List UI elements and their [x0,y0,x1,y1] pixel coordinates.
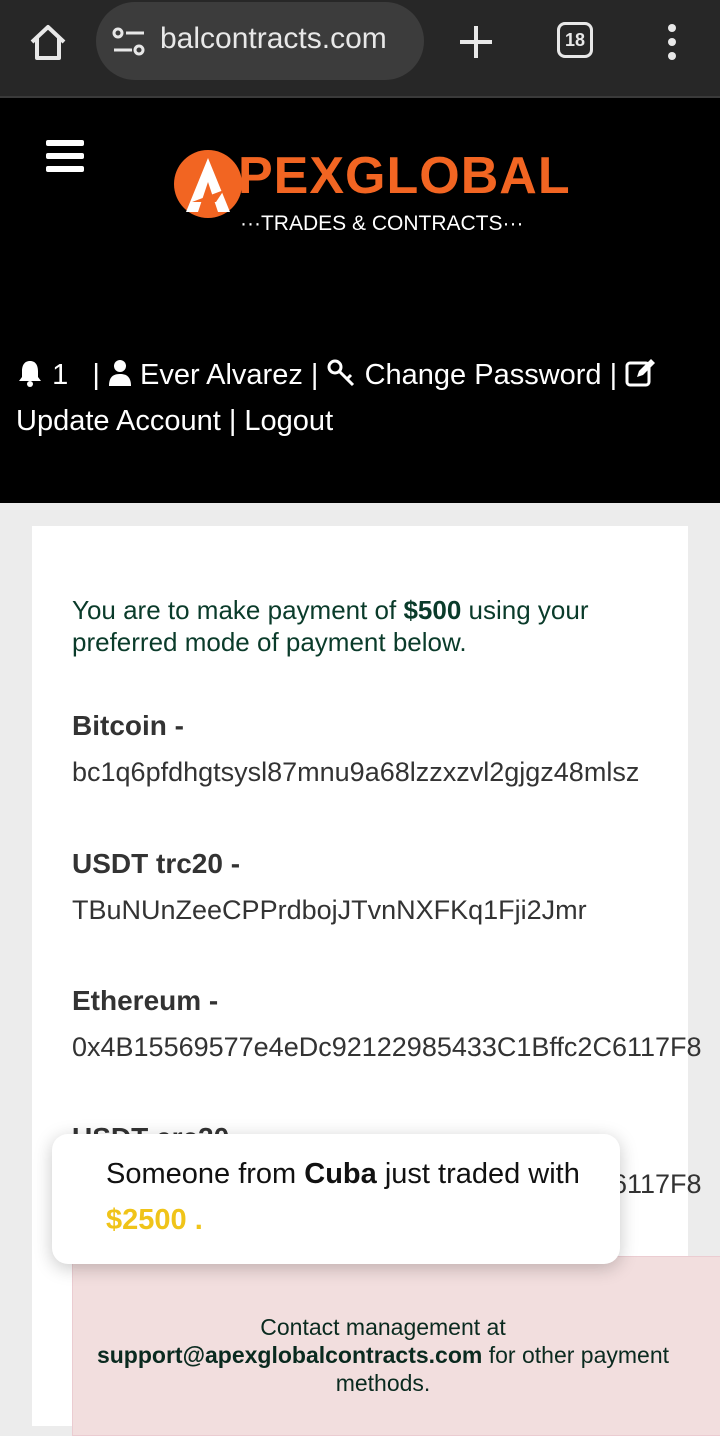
method-label: Ethereum - [72,985,219,1016]
toast-prefix: Someone from [106,1158,305,1190]
wallet-address[interactable]: TBuNUnZeeCPPrdbojJTvnNXFKq1Fji2Jmr [72,892,720,928]
toast-country: Cuba [304,1158,377,1190]
user-icon [108,360,131,386]
separator: | [228,405,245,437]
support-email-link[interactable]: support@apexglobalcontracts.com [97,1342,482,1368]
url-text[interactable]: balcontracts.com [160,22,387,56]
site-header: PEXGLOBAL ···TRADES & CONTRACTS··· 1 | E… [0,98,720,503]
change-password-link[interactable]: Change Password [365,359,602,391]
address-bar[interactable]: balcontracts.com [96,2,424,80]
browser-toolbar: balcontracts.com 18 [0,0,720,98]
separator: | [76,359,100,391]
logout-link[interactable]: Logout [244,405,333,437]
payment-intro: You are to make payment of $500 using yo… [72,594,692,658]
bell-icon[interactable] [16,359,44,387]
contact-text: Contact management at support@apexglobal… [93,1313,673,1397]
user-bar: 1 | Ever Alvarez | Change Password | Upd… [16,352,706,444]
logo-tagline: ···TRADES & CONTRACTS··· [240,212,524,235]
apex-logo-icon [174,150,242,218]
hamburger-menu-icon[interactable] [46,140,84,172]
method-label: USDT trc20 - [72,848,241,879]
payment-method-usdt-trc20: USDT trc20 - TBuNUnZeeCPPrdbojJTvnNXFKq1… [72,846,720,928]
toast-suffix: just traded with [376,1158,580,1190]
payment-card: You are to make payment of $500 using yo… [32,526,720,1436]
contact-prefix: Contact management at [260,1314,506,1340]
separator: | [310,359,319,391]
site-logo[interactable]: PEXGLOBAL ···TRADES & CONTRACTS··· [172,146,572,236]
payment-amount: $500 [403,595,462,625]
toast-amount: $2500 . [106,1204,203,1236]
edit-icon [625,359,656,387]
payment-method-ethereum: Ethereum - 0x4B15569577e4eDc92122985433C… [72,983,720,1065]
user-name-link[interactable]: Ever Alvarez [140,359,303,391]
notification-count[interactable]: 1 [52,359,68,391]
logo-brand-text: PEXGLOBAL [238,147,571,205]
method-label: Bitcoin - [72,710,184,741]
site-settings-icon[interactable] [112,26,146,58]
contact-alert: Contact management at support@apexglobal… [72,1256,720,1436]
new-tab-icon[interactable] [456,22,496,62]
update-account-link[interactable]: Update Account [16,405,221,437]
trade-toast[interactable]: Someone from Cuba just traded with $2500… [52,1134,620,1264]
home-icon[interactable] [26,20,70,64]
intro-prefix: You are to make payment of [72,595,404,625]
tab-switcher-button[interactable]: 18 [557,22,593,58]
more-options-icon[interactable] [660,22,684,62]
toast-message: Someone from Cuba just traded with [106,1158,580,1191]
payment-method-bitcoin: Bitcoin - bc1q6pfdhgtsysl87mnu9a68lzzxzv… [72,708,720,790]
wallet-address[interactable]: 0x4B15569577e4eDc92122985433C1Bffc2C6117… [72,1029,720,1065]
wallet-address[interactable]: bc1q6pfdhgtsysl87mnu9a68lzzxzvl2gjgz48ml… [72,754,720,790]
key-icon [327,359,354,387]
separator: | [609,359,618,391]
